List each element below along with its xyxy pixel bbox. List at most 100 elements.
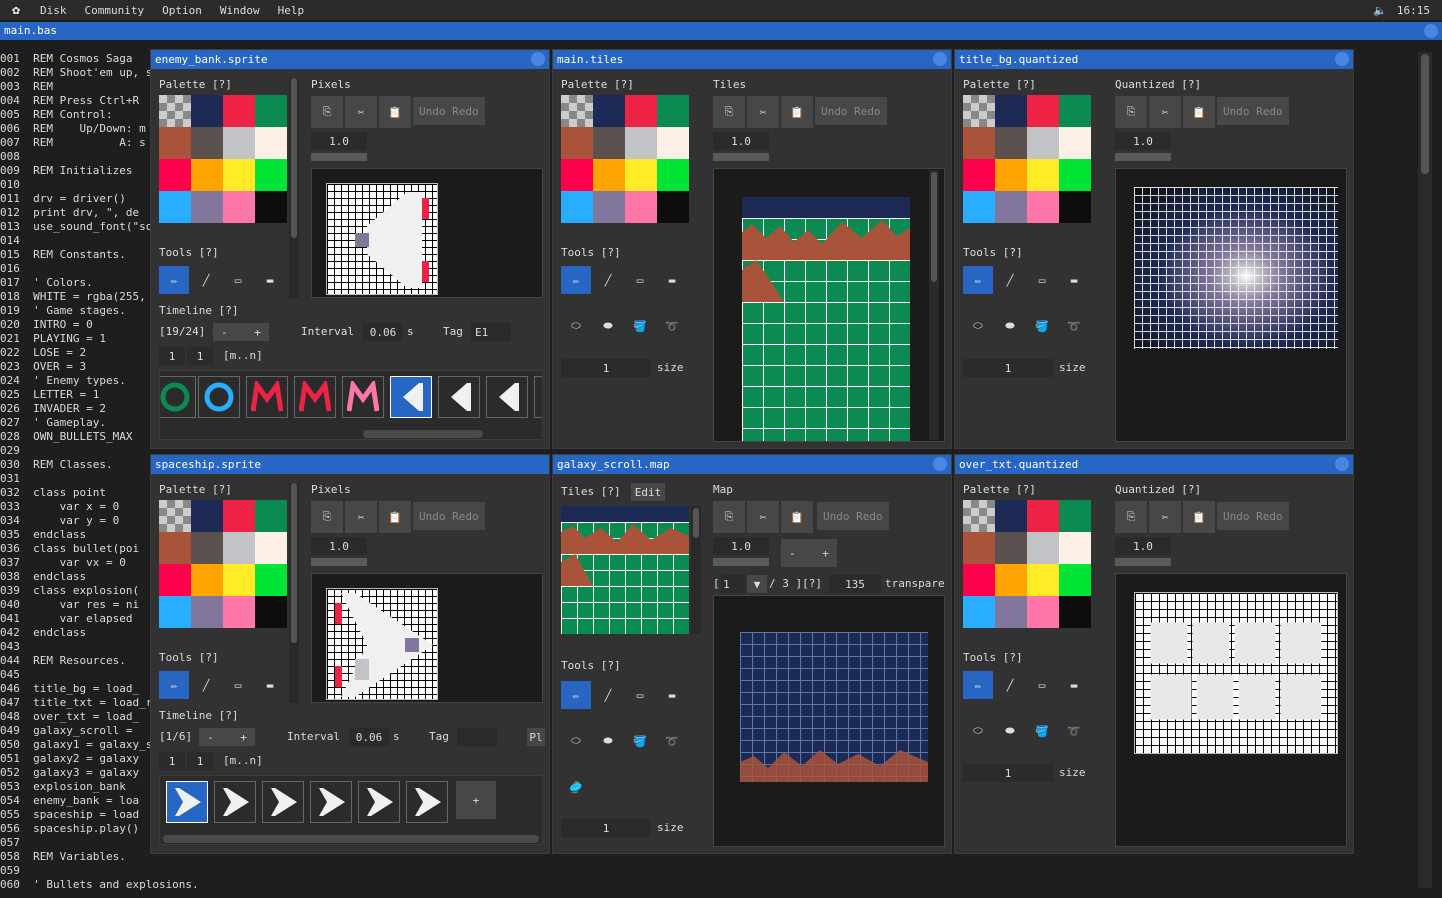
frame-minus-button[interactable]: - — [221, 326, 228, 339]
palette-swatch[interactable] — [1059, 500, 1091, 532]
line-icon[interactable]: ╱ — [995, 671, 1025, 699]
menu-help[interactable]: Help — [270, 4, 315, 17]
rect-icon[interactable]: ▭ — [223, 671, 253, 699]
scissors-icon[interactable]: ✂ — [747, 96, 779, 128]
line-icon[interactable]: ╱ — [191, 266, 221, 294]
undo-button[interactable]: Undo — [419, 510, 446, 523]
lasso-icon[interactable]: ➰ — [657, 312, 687, 340]
map-grid[interactable] — [740, 632, 928, 782]
filled-ellipse-icon[interactable]: ⬬ — [995, 312, 1025, 340]
palette-swatch[interactable] — [159, 532, 191, 564]
palette-swatch[interactable] — [995, 95, 1027, 127]
palette-grid[interactable] — [159, 500, 287, 628]
layer-count-input[interactable]: 135 — [829, 575, 881, 593]
palette-swatch[interactable] — [995, 564, 1027, 596]
palette-swatch[interactable] — [223, 127, 255, 159]
stamp-icon[interactable]: 🥏 — [561, 773, 591, 801]
palette-swatch[interactable] — [1059, 159, 1091, 191]
palette-swatch[interactable] — [995, 159, 1027, 191]
copy-icon[interactable]: ⎘ — [713, 96, 745, 128]
frame-thumb[interactable] — [534, 376, 542, 418]
paste-icon[interactable]: 📋 — [781, 96, 813, 128]
undo-redo-buttons[interactable]: Undo Redo — [413, 97, 485, 125]
frame-thumb[interactable] — [294, 376, 336, 418]
quantized-canvas[interactable] — [1115, 573, 1347, 847]
line-icon[interactable]: ╱ — [995, 266, 1025, 294]
palette-swatch[interactable] — [657, 95, 689, 127]
scissors-icon[interactable]: ✂ — [345, 96, 377, 128]
zoom-value[interactable]: 1.0 — [1115, 132, 1171, 150]
pixel-canvas[interactable] — [311, 573, 543, 703]
zoom-value[interactable]: 1.0 — [713, 537, 769, 555]
palette-swatch[interactable] — [255, 191, 287, 223]
paste-icon[interactable]: 📋 — [379, 501, 411, 533]
interval-input[interactable]: 0.06 — [349, 728, 389, 746]
undo-button[interactable]: Undo — [821, 105, 848, 118]
frame-thumb[interactable] — [160, 376, 196, 418]
ellipse-icon[interactable]: ⬭ — [561, 727, 591, 755]
pixel-grid[interactable] — [326, 183, 438, 295]
palette-swatch[interactable] — [159, 564, 191, 596]
palette-swatch[interactable] — [625, 191, 657, 223]
paste-icon[interactable]: 📋 — [1183, 501, 1215, 533]
pencil-icon[interactable]: ✏ — [963, 266, 993, 294]
palette-swatch[interactable] — [657, 159, 689, 191]
bucket-icon[interactable]: 🪣 — [625, 312, 655, 340]
pixel-canvas[interactable] — [311, 168, 543, 298]
palette-swatch[interactable] — [1027, 500, 1059, 532]
palette-swatch[interactable] — [223, 191, 255, 223]
menu-window[interactable]: Window — [212, 4, 270, 17]
frame-thumb[interactable] — [310, 781, 352, 823]
zoom-value[interactable]: 1.0 — [311, 537, 367, 555]
palette-swatch[interactable] — [191, 500, 223, 532]
speaker-icon[interactable]: 🔈 — [1373, 4, 1387, 17]
frame-thumb-selected[interactable] — [390, 376, 432, 418]
undo-button[interactable]: Undo — [1223, 105, 1250, 118]
palette-grid[interactable] — [963, 500, 1091, 628]
palette-swatch[interactable] — [995, 191, 1027, 223]
redo-button[interactable]: Redo — [856, 510, 883, 523]
palette-swatch[interactable] — [1059, 596, 1091, 628]
brush-size-input[interactable]: 1 — [561, 359, 651, 377]
editor-scrollbar-thumb[interactable] — [1421, 54, 1429, 174]
paste-icon[interactable]: 📋 — [781, 501, 813, 533]
palette-swatch[interactable] — [159, 191, 191, 223]
rect-icon[interactable]: ▭ — [1027, 266, 1057, 294]
filled-rect-icon[interactable]: ▬ — [255, 266, 285, 294]
frame-thumb[interactable] — [214, 781, 256, 823]
tileset-preview[interactable] — [561, 506, 689, 634]
redo-button[interactable]: Redo — [1256, 105, 1283, 118]
frame-strip[interactable] — [159, 370, 543, 440]
palette-swatch[interactable] — [1027, 596, 1059, 628]
line-icon[interactable]: ╱ — [191, 671, 221, 699]
palette-swatch[interactable] — [191, 127, 223, 159]
palette-swatch[interactable] — [593, 95, 625, 127]
close-panel-button[interactable] — [1335, 457, 1349, 471]
zoom-value[interactable]: 1.0 — [311, 132, 367, 150]
bucket-icon[interactable]: 🪣 — [1027, 717, 1057, 745]
frame-thumb[interactable] — [358, 781, 400, 823]
tile-grid[interactable] — [742, 197, 910, 441]
undo-button[interactable]: Undo — [419, 105, 446, 118]
filled-rect-icon[interactable]: ▬ — [657, 681, 687, 709]
palette-swatch[interactable] — [657, 127, 689, 159]
palette-swatch[interactable] — [255, 532, 287, 564]
palette-swatch[interactable] — [995, 500, 1027, 532]
pencil-icon[interactable]: ✏ — [963, 671, 993, 699]
pencil-icon[interactable]: ✏ — [159, 671, 189, 699]
brush-size-input[interactable]: 1 — [963, 359, 1053, 377]
palette-swatch[interactable] — [255, 159, 287, 191]
palette-swatch[interactable] — [1059, 532, 1091, 564]
palette-swatch[interactable] — [657, 191, 689, 223]
tag-input[interactable] — [457, 728, 497, 746]
undo-button[interactable]: Undo — [823, 510, 850, 523]
brush-size-input[interactable]: 1 — [561, 819, 651, 837]
ellipse-icon[interactable]: ⬭ — [561, 312, 591, 340]
palette-swatch[interactable] — [1027, 564, 1059, 596]
palette-swatch[interactable] — [561, 127, 593, 159]
rect-icon[interactable]: ▭ — [1027, 671, 1057, 699]
pixel-grid[interactable] — [326, 588, 438, 700]
tiles-canvas[interactable] — [713, 168, 945, 442]
zoom-value[interactable]: 1.0 — [1115, 537, 1171, 555]
rect-icon[interactable]: ▭ — [223, 266, 253, 294]
